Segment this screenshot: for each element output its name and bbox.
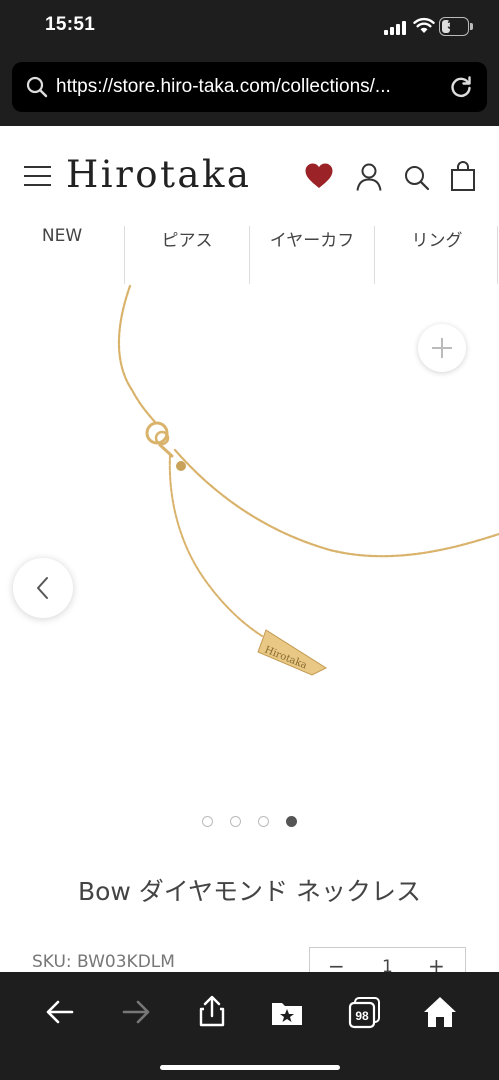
tabs-count: 98 bbox=[355, 1009, 369, 1023]
search-icon bbox=[26, 76, 48, 98]
wifi-icon bbox=[413, 17, 435, 33]
site-logo[interactable]: Hirotaka bbox=[66, 153, 251, 196]
bag-icon[interactable] bbox=[450, 160, 476, 192]
battery-icon: 35 bbox=[439, 17, 469, 36]
address-bar[interactable]: https://store.hiro-taka.com/collections/… bbox=[12, 62, 487, 112]
home-indicator bbox=[160, 1065, 340, 1070]
url-text[interactable]: https://store.hiro-taka.com/collections/… bbox=[56, 76, 436, 98]
divider bbox=[497, 226, 498, 284]
gallery-dot-3[interactable] bbox=[258, 816, 269, 827]
search-icon[interactable] bbox=[403, 164, 431, 192]
previous-image-button[interactable] bbox=[13, 558, 73, 618]
category-pierce[interactable]: ピアス bbox=[125, 226, 249, 284]
browser-toolbar: 98 bbox=[0, 972, 499, 1080]
category-new[interactable]: NEW bbox=[0, 226, 124, 284]
plus-icon bbox=[432, 338, 452, 358]
heart-icon[interactable] bbox=[304, 162, 334, 190]
category-ear-cuff[interactable]: イヤーカフ bbox=[250, 226, 374, 284]
chevron-left-icon bbox=[37, 577, 48, 599]
gallery-dot-2[interactable] bbox=[230, 816, 241, 827]
battery-cap bbox=[470, 23, 473, 30]
site-header: Hirotaka bbox=[0, 126, 499, 226]
battery-percent: 35 bbox=[447, 18, 461, 32]
menu-icon[interactable] bbox=[24, 166, 51, 186]
product-sku: SKU: BW03KDLM bbox=[32, 952, 175, 972]
status-time: 15:51 bbox=[45, 14, 96, 35]
reload-icon[interactable] bbox=[448, 74, 474, 100]
zoom-button[interactable] bbox=[418, 324, 466, 372]
browser-top-bar: 15:51 35 https://store.hiro-taka.com/col… bbox=[0, 0, 499, 126]
product-title: Bow ダイヤモンド ネックレス bbox=[77, 877, 422, 906]
category-ring[interactable]: リング bbox=[375, 226, 499, 284]
home-icon[interactable] bbox=[420, 992, 460, 1032]
share-icon[interactable] bbox=[192, 992, 232, 1032]
gallery-dot-1[interactable] bbox=[202, 816, 213, 827]
signal-icon bbox=[384, 21, 408, 35]
account-icon[interactable] bbox=[355, 162, 383, 192]
tabs-icon[interactable]: 98 bbox=[345, 992, 385, 1032]
category-nav: NEW ピアス イヤーカフ リング bbox=[0, 226, 499, 284]
gallery-pagination bbox=[0, 816, 499, 830]
back-icon[interactable] bbox=[40, 992, 80, 1032]
forward-icon[interactable] bbox=[116, 992, 156, 1032]
gallery-dot-4[interactable] bbox=[286, 816, 297, 827]
bookmarks-icon[interactable] bbox=[267, 992, 307, 1032]
